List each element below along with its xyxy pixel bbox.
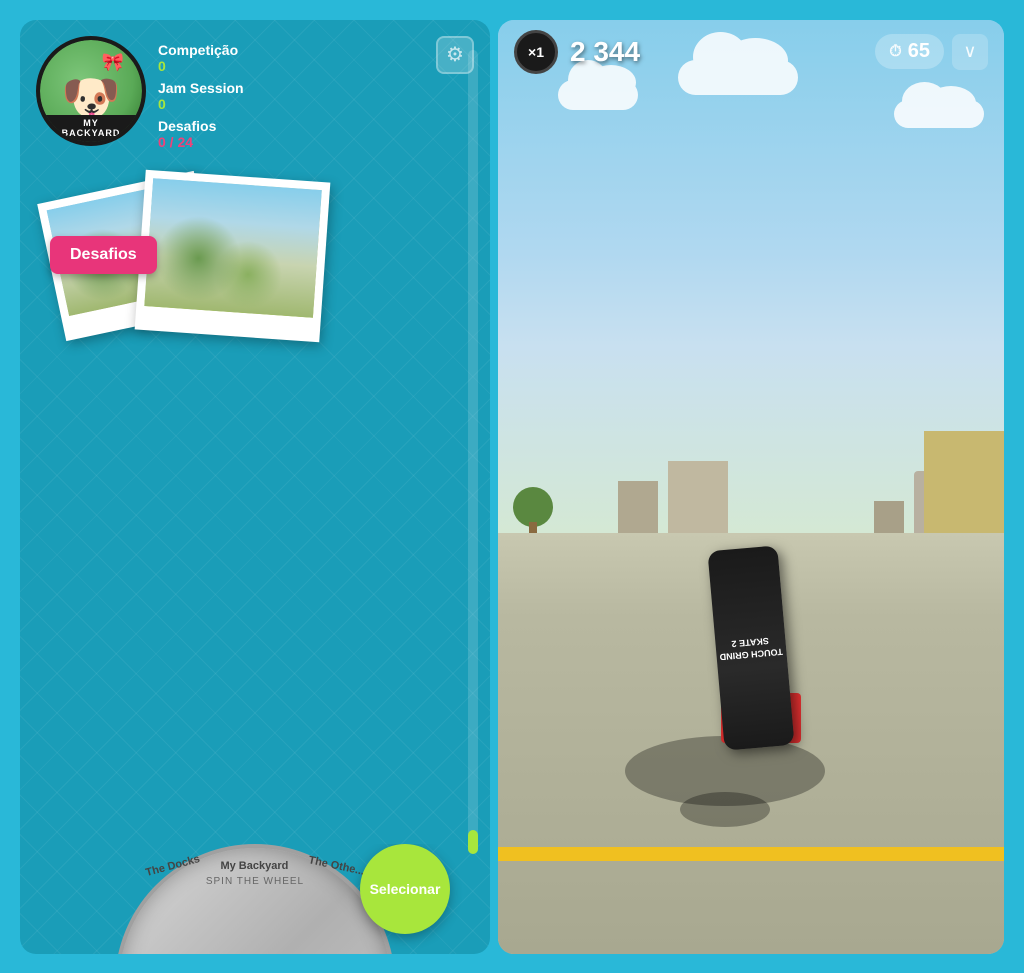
timer-value: 65 bbox=[908, 40, 930, 63]
multiplier-badge: ×1 bbox=[514, 30, 558, 74]
cloud-1 bbox=[558, 80, 638, 110]
competicao-label: Competição bbox=[158, 42, 424, 58]
wheel-item-2: My Backyard bbox=[220, 860, 288, 872]
board-logo: TOUCH GRIND SKATE 2 bbox=[718, 634, 783, 663]
stats-block: Competição 0 Jam Session 0 Desafios 0 / … bbox=[158, 36, 424, 156]
jam-value: 0 bbox=[158, 96, 424, 112]
timer-display: ⏱ 65 bbox=[875, 34, 944, 69]
game-scene: DANGER! KEEP OUT TOUCH GRIND SKATE 2 ×1 … bbox=[498, 20, 1004, 954]
jam-stat: Jam Session 0 bbox=[158, 80, 424, 112]
desafios-value: 0 / 24 bbox=[158, 134, 424, 150]
avatar-label: MY BACKYARD bbox=[40, 115, 142, 142]
gear-icon: ⚙ bbox=[446, 42, 464, 67]
competicao-stat: Competição 0 bbox=[158, 42, 424, 74]
select-button[interactable]: Selecionar bbox=[360, 844, 450, 934]
desafios-stat: Desafios 0 / 24 bbox=[158, 118, 424, 150]
photos-area: Desafios bbox=[20, 176, 490, 844]
right-panel: DANGER! KEEP OUT TOUCH GRIND SKATE 2 ×1 … bbox=[498, 20, 1004, 954]
wheel-item-3: The Othe... bbox=[308, 854, 366, 878]
wheel-item-1: The Docks bbox=[144, 853, 201, 879]
hud-top-bar: ×1 2 344 ⏱ 65 ∨ bbox=[498, 20, 1004, 84]
jam-label: Jam Session bbox=[158, 80, 424, 96]
left-header: 🐶 🎀 MY BACKYARD Competição 0 Jam bbox=[20, 20, 490, 156]
hud-right-group: ⏱ 65 ∨ bbox=[875, 34, 988, 70]
avatar: 🐶 🎀 MY BACKYARD bbox=[36, 36, 146, 146]
polaroid-img-2 bbox=[144, 178, 322, 317]
wheel-container[interactable]: The Docks My Backyard The Othe... SPIN T… bbox=[105, 844, 405, 954]
timer-icon: ⏱ bbox=[889, 43, 901, 61]
polaroid-photo-2[interactable] bbox=[135, 169, 331, 342]
desafios-button[interactable]: Desafios bbox=[50, 236, 157, 274]
left-panel: 🐶 🎀 MY BACKYARD Competição 0 Jam bbox=[20, 20, 490, 954]
chevron-down-button[interactable]: ∨ bbox=[952, 34, 988, 70]
desafios-label: Desafios bbox=[158, 118, 424, 134]
bottom-wheel-area: The Docks My Backyard The Othe... SPIN T… bbox=[20, 844, 490, 954]
spin-wheel[interactable]: The Docks My Backyard The Othe... SPIN T… bbox=[115, 844, 395, 954]
yellow-rail bbox=[498, 847, 1004, 861]
cloud-3 bbox=[894, 100, 984, 128]
app-frame: 🐶 🎀 MY BACKYARD Competição 0 Jam bbox=[12, 12, 1012, 962]
avatar-bow-icon: 🎀 bbox=[102, 52, 124, 73]
shadow-small bbox=[680, 792, 770, 827]
wheel-items: The Docks My Backyard The Othe... bbox=[145, 860, 365, 872]
spin-wheel-label: SPIN THE WHEEL bbox=[206, 876, 304, 887]
score-display: 2 344 bbox=[570, 36, 863, 68]
competicao-value: 0 bbox=[158, 58, 424, 74]
